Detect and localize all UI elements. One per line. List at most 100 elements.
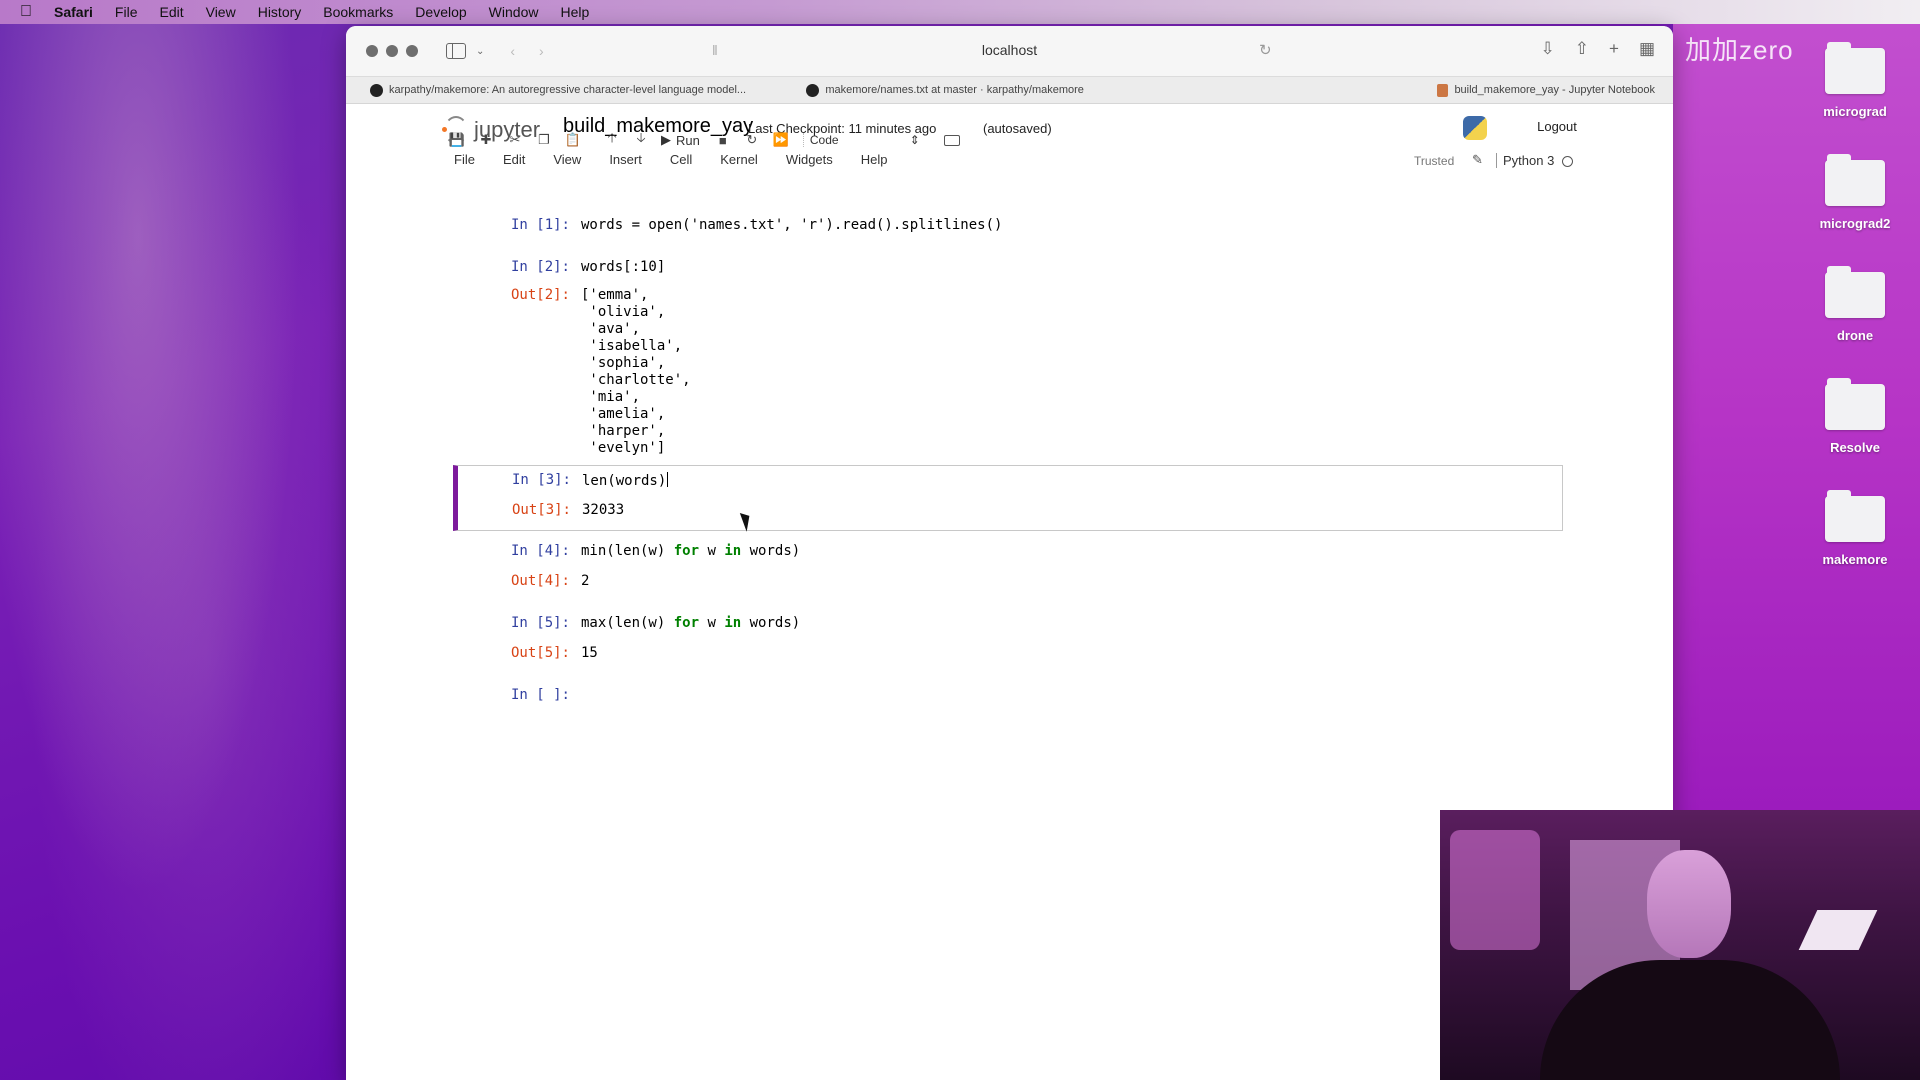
- desktop-folder-label: Resolve: [1830, 440, 1880, 455]
- insert-cell-icon[interactable]: ✚: [473, 132, 499, 148]
- browser-toolbar-right: ⇩ ⇧ + ▦: [1541, 39, 1656, 59]
- apple-menu-icon[interactable]: : [20, 3, 38, 21]
- notebook-icon: [1437, 83, 1449, 97]
- logout-button[interactable]: Logout: [1523, 113, 1591, 141]
- menu-window[interactable]: Window: [489, 4, 539, 20]
- menu-develop[interactable]: Develop: [415, 4, 466, 20]
- presenter-face: [1647, 850, 1731, 958]
- jupyter-menu-kernel[interactable]: Kernel: [720, 152, 758, 174]
- copy-icon[interactable]: ❐: [531, 132, 557, 148]
- desktop-folder-label: drone: [1836, 328, 1874, 343]
- kernel-name[interactable]: Python 3: [1496, 153, 1554, 168]
- notebook-cell-3-selected[interactable]: In [3]: len(words) Out[3]: 32033: [453, 465, 1563, 531]
- browser-titlebar: ⌄ ‹› ‖ localhost ↻ ⇩ ⇧ + ▦: [346, 26, 1673, 76]
- in-prompt: In [1]:: [510, 217, 570, 233]
- notebook-cell-1[interactable]: In [1]: words = open('names.txt', 'r').r…: [455, 217, 1561, 239]
- menu-edit[interactable]: Edit: [159, 4, 183, 20]
- pencil-icon[interactable]: ✎: [1472, 152, 1483, 168]
- move-down-icon[interactable]: 🡣: [628, 129, 654, 151]
- play-icon: ▶: [661, 132, 671, 147]
- cell-type-select[interactable]: Code ⇕: [802, 133, 920, 147]
- jupyter-menu-cell[interactable]: Cell: [670, 152, 692, 174]
- tab-jupyter-notebook[interactable]: build_makemore_yay - Jupyter Notebook: [1219, 83, 1673, 97]
- stop-icon[interactable]: ■: [710, 133, 736, 148]
- notebook-cell-2[interactable]: In [2]: words[:10] Out[2]: ['emma', 'oli…: [455, 259, 1561, 457]
- notebook-cell-5[interactable]: In [5]: max(len(w) for w in words) Out[5…: [455, 615, 1561, 667]
- jupyter-menubar: File Edit View Insert Cell Kernel Widget…: [444, 152, 1673, 174]
- folder-icon: [1825, 42, 1885, 94]
- in-prompt: In [3]:: [511, 472, 571, 488]
- menu-file[interactable]: File: [115, 4, 138, 20]
- menu-bookmarks[interactable]: Bookmarks: [323, 4, 393, 20]
- jupyter-menu-widgets[interactable]: Widgets: [786, 152, 833, 174]
- tab-bar: karpathy/makemore: An autoregressive cha…: [346, 76, 1673, 104]
- watermark-text: 加加zero: [1685, 35, 1794, 65]
- desktop-folder-drone[interactable]: drone: [1800, 264, 1910, 376]
- autosave-status: (autosaved): [983, 121, 1052, 136]
- in-prompt: In [4]:: [510, 543, 570, 559]
- notebook-cell-4[interactable]: In [4]: min(len(w) for w in words) Out[4…: [455, 543, 1561, 595]
- trusted-indicator[interactable]: Trusted: [1414, 154, 1454, 168]
- menu-app-safari[interactable]: Safari: [54, 4, 93, 20]
- tab-overview-icon[interactable]: ▦: [1639, 39, 1655, 59]
- desktop-folder-label: micrograd2: [1819, 216, 1891, 231]
- in-prompt: In [ ]:: [510, 687, 570, 703]
- cell-output: 2: [581, 573, 590, 589]
- macos-menubar:  Safari File Edit View History Bookmark…: [0, 0, 1920, 24]
- cell-output: ['emma', 'olivia', 'ava', 'isabella', 's…: [581, 287, 691, 456]
- run-button[interactable]: ▶ Run: [661, 132, 700, 148]
- tab-label: makemore/names.txt at master · karpathy/…: [825, 84, 1084, 96]
- desktop-icons: micrograd micrograd2 drone Resolve makem…: [1800, 40, 1910, 600]
- desktop-wallpaper: [0, 24, 345, 1080]
- github-icon: [370, 83, 383, 97]
- out-prompt: Out[3]:: [511, 502, 571, 518]
- cell-output: 32033: [582, 502, 625, 518]
- keyboard-icon[interactable]: [943, 134, 960, 146]
- desktop-folder-resolve[interactable]: Resolve: [1800, 376, 1910, 488]
- tab-names-txt[interactable]: makemore/names.txt at master · karpathy/…: [782, 83, 1218, 97]
- out-prompt: Out[2]:: [510, 287, 570, 303]
- jupyter-menu-view[interactable]: View: [553, 152, 581, 174]
- notebook-container: In [1]: words = open('names.txt', 'r').r…: [346, 210, 1673, 709]
- desktop-folder-makemore[interactable]: makemore: [1800, 488, 1910, 600]
- jupyter-menu-help[interactable]: Help: [861, 152, 888, 174]
- jupyter-menu-file[interactable]: File: [454, 152, 475, 174]
- run-label: Run: [676, 132, 700, 148]
- cell-type-value: Code: [809, 133, 839, 147]
- cell-code[interactable]: min(len(w) for w in words): [581, 543, 800, 565]
- menu-history[interactable]: History: [258, 4, 302, 20]
- jupyter-menu-edit[interactable]: Edit: [503, 152, 525, 174]
- menu-help[interactable]: Help: [560, 4, 589, 20]
- out-prompt: Out[5]:: [510, 645, 570, 661]
- in-prompt: In [5]:: [510, 615, 570, 631]
- paste-icon[interactable]: 📋: [560, 132, 586, 148]
- cut-icon[interactable]: ✂: [502, 132, 528, 148]
- folder-icon: [1825, 154, 1885, 206]
- desktop-folder-label: makemore: [1822, 552, 1888, 567]
- restart-icon[interactable]: ↻: [739, 132, 765, 148]
- notebook-cell-6-empty[interactable]: In [ ]:: [455, 687, 1561, 709]
- reload-icon[interactable]: ↻: [1259, 41, 1272, 59]
- move-up-icon[interactable]: 🡡: [599, 129, 625, 151]
- downloads-icon[interactable]: ⇩: [1541, 39, 1555, 59]
- cell-code[interactable]: len(words): [582, 472, 669, 494]
- folder-icon: [1825, 378, 1885, 430]
- select-arrows-icon: ⇕: [909, 133, 920, 147]
- address-bar[interactable]: localhost: [346, 42, 1673, 58]
- github-icon: [806, 83, 820, 97]
- cell-code[interactable]: words[:10]: [581, 259, 665, 281]
- folder-icon: [1825, 490, 1885, 542]
- share-icon[interactable]: ⇧: [1575, 39, 1589, 59]
- menu-view[interactable]: View: [206, 4, 236, 20]
- folder-icon: [1825, 266, 1885, 318]
- jupyter-menu-insert[interactable]: Insert: [609, 152, 642, 174]
- save-icon[interactable]: 💾: [444, 132, 470, 148]
- new-tab-icon[interactable]: +: [1609, 39, 1619, 59]
- cell-code[interactable]: max(len(w) for w in words): [581, 615, 800, 637]
- cell-code[interactable]: words = open('names.txt', 'r').read().sp…: [581, 217, 1002, 239]
- desktop-folder-micrograd2[interactable]: micrograd2: [1800, 152, 1910, 264]
- python-logo-icon: [1463, 116, 1487, 140]
- desktop-folder-micrograd[interactable]: micrograd: [1800, 40, 1910, 152]
- tab-github-makemore[interactable]: karpathy/makemore: An autoregressive cha…: [346, 83, 782, 97]
- fast-forward-icon[interactable]: ⏩: [768, 132, 794, 148]
